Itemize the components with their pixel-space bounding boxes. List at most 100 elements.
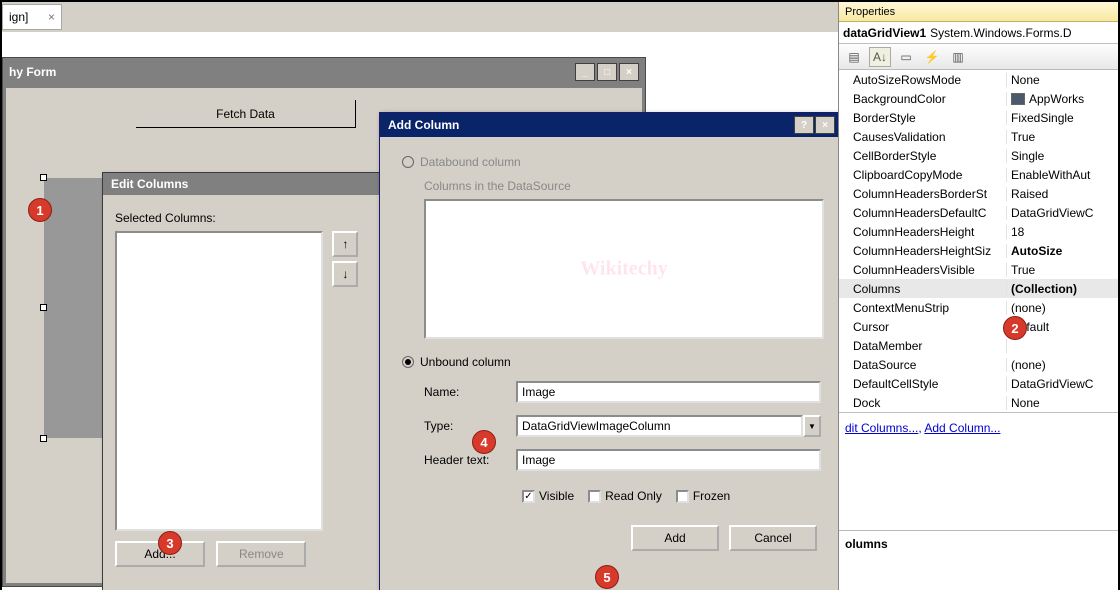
- desc-title: olumns: [845, 537, 1112, 551]
- form-titlebar: hy Form _ □ ×: [3, 58, 645, 86]
- property-name: Cursor: [839, 320, 1007, 334]
- property-value[interactable]: DataGridViewC: [1007, 206, 1118, 220]
- tab-label: ign]: [9, 10, 28, 24]
- categorized-icon[interactable]: ▤: [843, 47, 865, 67]
- property-row[interactable]: DockNone: [839, 393, 1118, 412]
- add-column-title: Add Column: [388, 118, 459, 132]
- property-row[interactable]: DataSource(none): [839, 355, 1118, 374]
- property-name: DefaultCellStyle: [839, 377, 1007, 391]
- property-value[interactable]: FixedSingle: [1007, 111, 1118, 125]
- properties-links: dit Columns..., Add Column...: [839, 412, 1118, 443]
- property-value[interactable]: AutoSize: [1007, 244, 1118, 258]
- radio-icon: [402, 156, 414, 168]
- property-row[interactable]: ColumnHeadersHeightSizAutoSize: [839, 241, 1118, 260]
- property-row[interactable]: DataMember: [839, 336, 1118, 355]
- property-value[interactable]: (Collection): [1007, 282, 1118, 296]
- property-row[interactable]: BackgroundColorAppWorks: [839, 89, 1118, 108]
- property-row[interactable]: ColumnHeadersVisibleTrue: [839, 260, 1118, 279]
- pages-icon[interactable]: ▥: [947, 47, 969, 67]
- events-icon[interactable]: ⚡: [921, 47, 943, 67]
- add-column-dialog: Add Column ? × Databound column Columns …: [379, 112, 844, 590]
- add-column-titlebar: Add Column ? ×: [380, 113, 843, 137]
- header-text-input[interactable]: [516, 449, 821, 471]
- property-value[interactable]: AppWorks: [1007, 92, 1118, 106]
- property-name: CellBorderStyle: [839, 149, 1007, 163]
- property-row[interactable]: BorderStyleFixedSingle: [839, 108, 1118, 127]
- property-value[interactable]: None: [1007, 396, 1118, 410]
- frozen-checkbox[interactable]: Frozen: [676, 489, 730, 503]
- databound-label: Databound column: [420, 155, 521, 169]
- property-name: ColumnHeadersHeightSiz: [839, 244, 1007, 258]
- property-row[interactable]: CausesValidationTrue: [839, 127, 1118, 146]
- move-down-button[interactable]: ↓: [332, 261, 358, 287]
- property-value[interactable]: DataGridViewC: [1007, 377, 1118, 391]
- property-row[interactable]: CellBorderStyleSingle: [839, 146, 1118, 165]
- property-value[interactable]: Single: [1007, 149, 1118, 163]
- property-name: ColumnHeadersHeight: [839, 225, 1007, 239]
- datasource-columns-label: Columns in the DataSource: [424, 179, 821, 193]
- add-column-link[interactable]: Add Column...: [924, 421, 1000, 435]
- property-row[interactable]: CursorDefault: [839, 317, 1118, 336]
- type-label: Type:: [424, 419, 516, 433]
- property-row[interactable]: ClipboardCopyModeEnableWithAut: [839, 165, 1118, 184]
- property-row[interactable]: AutoSizeRowsModeNone: [839, 70, 1118, 89]
- maximize-button[interactable]: □: [597, 63, 617, 81]
- property-name: DataMember: [839, 339, 1007, 353]
- visible-checkbox[interactable]: ✓ Visible: [522, 489, 574, 503]
- selected-columns-list[interactable]: [115, 231, 323, 531]
- property-value[interactable]: 18: [1007, 225, 1118, 239]
- property-name: ColumnHeadersDefaultC: [839, 206, 1007, 220]
- property-row[interactable]: ContextMenuStrip(none): [839, 298, 1118, 317]
- property-value[interactable]: True: [1007, 263, 1118, 277]
- resize-handle[interactable]: [40, 174, 47, 181]
- design-tab[interactable]: ign] ×: [2, 4, 62, 30]
- property-value[interactable]: EnableWithAut: [1007, 168, 1118, 182]
- property-row[interactable]: ColumnHeadersBorderStRaised: [839, 184, 1118, 203]
- properties-icon[interactable]: ▭: [895, 47, 917, 67]
- properties-panel: Properties dataGridView1 System.Windows.…: [838, 2, 1118, 590]
- property-row[interactable]: DefaultCellStyleDataGridViewC: [839, 374, 1118, 393]
- property-value[interactable]: None: [1007, 73, 1118, 87]
- properties-object[interactable]: dataGridView1 System.Windows.Forms.D: [839, 22, 1118, 44]
- property-value[interactable]: (none): [1007, 358, 1118, 372]
- resize-handle[interactable]: [40, 304, 47, 311]
- move-up-button[interactable]: ↑: [332, 231, 358, 257]
- edit-columns-title: Edit Columns: [103, 173, 391, 195]
- property-name: ColumnHeadersVisible: [839, 263, 1007, 277]
- unbound-radio[interactable]: Unbound column: [402, 355, 821, 369]
- property-value[interactable]: Raised: [1007, 187, 1118, 201]
- unbound-label: Unbound column: [420, 355, 511, 369]
- help-button[interactable]: ?: [794, 116, 814, 134]
- edit-columns-link[interactable]: dit Columns...: [845, 421, 918, 435]
- type-combo[interactable]: [516, 415, 803, 437]
- property-name: ColumnHeadersBorderSt: [839, 187, 1007, 201]
- chevron-down-icon[interactable]: ▼: [803, 415, 821, 437]
- databound-radio: Databound column: [402, 155, 821, 169]
- minimize-button[interactable]: _: [575, 63, 595, 81]
- property-row[interactable]: ColumnHeadersHeight18: [839, 222, 1118, 241]
- name-input[interactable]: [516, 381, 821, 403]
- property-name: DataSource: [839, 358, 1007, 372]
- resize-handle[interactable]: [40, 435, 47, 442]
- alphabetical-icon[interactable]: A↓: [869, 47, 891, 67]
- header-text-label: Header text:: [424, 453, 516, 467]
- property-row[interactable]: Columns(Collection): [839, 279, 1118, 298]
- checkbox-icon: [588, 490, 601, 503]
- close-icon[interactable]: ×: [48, 10, 55, 24]
- properties-grid[interactable]: AutoSizeRowsModeNoneBackgroundColorAppWo…: [839, 70, 1118, 412]
- checkbox-icon: [676, 490, 689, 503]
- property-value[interactable]: True: [1007, 130, 1118, 144]
- close-button[interactable]: ×: [619, 63, 639, 81]
- callout-1: 1: [28, 198, 52, 222]
- object-type: System.Windows.Forms.D: [930, 26, 1071, 40]
- fetch-data-button[interactable]: Fetch Data: [136, 100, 356, 128]
- close-button[interactable]: ×: [815, 116, 835, 134]
- property-value[interactable]: (none): [1007, 301, 1118, 315]
- property-row[interactable]: ColumnHeadersDefaultCDataGridViewC: [839, 203, 1118, 222]
- add-button[interactable]: Add: [631, 525, 719, 551]
- callout-3: 3: [158, 531, 182, 555]
- callout-4: 4: [472, 430, 496, 454]
- properties-description: olumns: [839, 530, 1118, 590]
- readonly-checkbox[interactable]: Read Only: [588, 489, 662, 503]
- cancel-button[interactable]: Cancel: [729, 525, 817, 551]
